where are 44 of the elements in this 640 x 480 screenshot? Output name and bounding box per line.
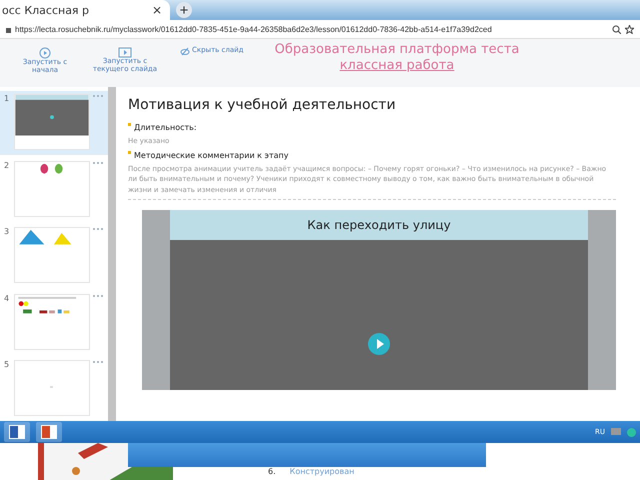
new-tab-button[interactable]: + — [176, 2, 192, 18]
powerpoint-app-icon — [40, 424, 58, 440]
play-icon — [39, 47, 51, 59]
slide-item[interactable]: 5 — [0, 357, 108, 421]
slide-item[interactable]: 1 — [0, 91, 108, 155]
slide-thumbnail[interactable] — [14, 94, 90, 150]
browser-tab[interactable]: осс Классная р × — [0, 0, 170, 20]
bullet-icon — [128, 150, 131, 154]
more-icon[interactable] — [92, 94, 104, 98]
slide-thumbnail[interactable] — [14, 360, 90, 416]
slide-number: 3 — [4, 227, 10, 236]
video-title: Как переходить улицу — [170, 210, 588, 240]
stage-title: Мотивация к учебной деятельности — [128, 97, 397, 113]
slide-play-icon — [118, 47, 132, 58]
section-heading: Длительность: — [134, 123, 197, 132]
slide-thumbnail[interactable] — [14, 160, 90, 217]
slide-item[interactable]: 3 — [0, 224, 108, 288]
slide-thumbnail[interactable] — [14, 227, 90, 284]
slide-number: 2 — [4, 160, 10, 170]
taskbar-app-button[interactable] — [36, 422, 62, 442]
more-icon[interactable] — [92, 360, 104, 364]
slide-number: 5 — [4, 360, 10, 370]
slide-item[interactable]: 4 — [0, 290, 108, 354]
section-heading: Методические комментарии к этапу — [134, 150, 288, 160]
slide-item[interactable]: 2 — [0, 158, 108, 222]
more-icon[interactable] — [92, 160, 104, 165]
video-player[interactable]: Как переходить улицу — [142, 210, 616, 390]
zoom-icon[interactable] — [612, 24, 621, 34]
bullet-icon — [128, 123, 131, 126]
star-icon[interactable] — [625, 24, 634, 34]
list-number: 6. — [268, 468, 276, 476]
scrollbar[interactable] — [108, 87, 116, 421]
slide-thumbnail[interactable] — [14, 294, 90, 350]
more-icon[interactable] — [92, 227, 104, 232]
overlay-title: Образовательная платформа теста классная работа — [274, 42, 520, 74]
taskbar-app-button[interactable] — [4, 422, 30, 442]
more-icon[interactable] — [92, 294, 104, 298]
hidden-eye-icon — [180, 47, 190, 56]
close-icon[interactable]: × — [152, 3, 162, 17]
slide-number: 4 — [4, 294, 10, 303]
word-app-icon — [8, 424, 26, 440]
address-bar[interactable]: https://lecta.rosuchebnik.ru/myclasswork/01612dd0-7835-451e-9a44-26358ba6d2e3/lesson/01612dd0-7836-42bb-a514-e1f7a39d2ced — [15, 24, 608, 34]
slide-number: 1 — [4, 94, 10, 103]
play-icon[interactable] — [368, 333, 390, 355]
